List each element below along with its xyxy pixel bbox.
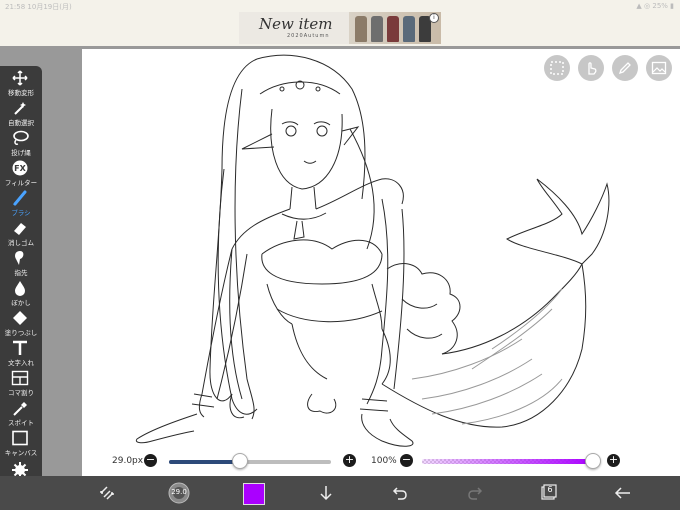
layer-count: 6 [547, 485, 553, 494]
status-battery: ▲ ◎ 25% ▮ [636, 2, 674, 10]
brush-size-decrease-button[interactable]: − [144, 454, 157, 467]
current-color-swatch [243, 483, 265, 505]
selection-toggle-button[interactable] [544, 55, 570, 81]
tool-move[interactable]: 移動変形 [0, 68, 42, 98]
brush-size-handle[interactable] [231, 453, 248, 469]
ad-title: New item [259, 15, 333, 33]
tool-sidebar: 移動変形 自動選択 投げ縄 FX フィルター ブラシ 消しゴム 指先 ぼかし 塗… [0, 66, 42, 496]
brush-slider-row: 29.0px − + 100% − + [82, 448, 680, 476]
image-icon [651, 61, 667, 75]
bottom-toolbar: 29.0 6 [0, 476, 680, 510]
transform-arrows-icon [100, 486, 114, 500]
undo-icon [392, 487, 407, 500]
arrow-left-icon [614, 487, 630, 499]
text-icon [13, 340, 27, 355]
back-button[interactable] [606, 476, 640, 510]
move-icon [12, 70, 28, 86]
magic-wand-icon [14, 102, 26, 115]
status-time: 21:58 10月19日(月) [5, 3, 72, 11]
color-swatch-button[interactable] [236, 476, 270, 510]
import-image-button[interactable] [646, 55, 672, 81]
drawing-canvas[interactable] [82, 49, 680, 477]
tool-smudge[interactable]: 指先 [0, 248, 42, 278]
lasso-icon [13, 130, 29, 145]
ad-banner[interactable]: New item 2020Autumn i [239, 12, 441, 44]
frame-divider-icon [11, 370, 29, 386]
opacity-handle[interactable] [585, 453, 601, 469]
brush-size-fill [169, 460, 239, 464]
opacity-slider[interactable] [422, 459, 592, 464]
download-button[interactable] [309, 476, 343, 510]
tool-lasso[interactable]: 投げ縄 [0, 128, 42, 158]
eyedropper-icon [13, 402, 27, 416]
finger-icon [15, 251, 24, 265]
brush-icon [13, 190, 27, 206]
layers-button[interactable]: 6 [532, 476, 566, 510]
ad-subtitle: 2020Autumn [287, 33, 330, 39]
hand-pointer-icon [588, 62, 597, 75]
tool-brush[interactable]: ブラシ [0, 188, 42, 218]
brush-size-slider[interactable] [169, 460, 331, 464]
dashed-selection-icon [550, 61, 564, 75]
tool-eraser[interactable]: 消しゴム [0, 218, 42, 248]
tool-text[interactable]: 文字入れ [0, 338, 42, 368]
eraser-icon [14, 223, 26, 235]
redo-icon [468, 487, 483, 500]
tool-filter[interactable]: FX フィルター [0, 158, 42, 188]
opacity-increase-button[interactable]: + [607, 454, 620, 467]
tool-magic-wand[interactable]: 自動選択 [0, 98, 42, 128]
tool-eyedropper[interactable]: スポイト [0, 398, 42, 428]
tool-frame-divider[interactable]: コマ割り [0, 368, 42, 398]
svg-text:FX: FX [14, 164, 26, 173]
brush-size-increase-button[interactable]: + [343, 454, 356, 467]
fill-bucket-icon [13, 311, 27, 325]
redo-button[interactable] [458, 476, 492, 510]
opacity-fill [422, 459, 592, 464]
ad-image [349, 12, 441, 44]
arrow-down-icon [320, 486, 332, 501]
pencil-icon [618, 62, 631, 75]
quick-menu-button[interactable] [90, 476, 124, 510]
fx-icon: FX [12, 160, 28, 176]
pen-mode-button[interactable] [612, 55, 638, 81]
tool-blur[interactable]: ぼかし [0, 278, 42, 308]
info-icon[interactable]: i [429, 13, 439, 23]
brush-size-value: 29.0px [112, 456, 144, 466]
line-art-mermaid [135, 54, 610, 447]
opacity-decrease-button[interactable]: − [400, 454, 413, 467]
brush-preview-button[interactable]: 29.0 [162, 476, 196, 510]
touch-mode-button[interactable] [578, 55, 604, 81]
undo-button[interactable] [383, 476, 417, 510]
opacity-value: 100% [371, 456, 397, 466]
tool-canvas[interactable]: キャンバス [0, 428, 42, 458]
blur-drop-icon [15, 281, 25, 296]
brush-preview-label: 29.0 [171, 488, 187, 496]
tool-fill[interactable]: 塗りつぶし [0, 308, 42, 338]
status-bar: 21:58 10月19日(月) ▲ ◎ 25% ▮ [0, 0, 680, 12]
canvas-icon [12, 430, 28, 446]
